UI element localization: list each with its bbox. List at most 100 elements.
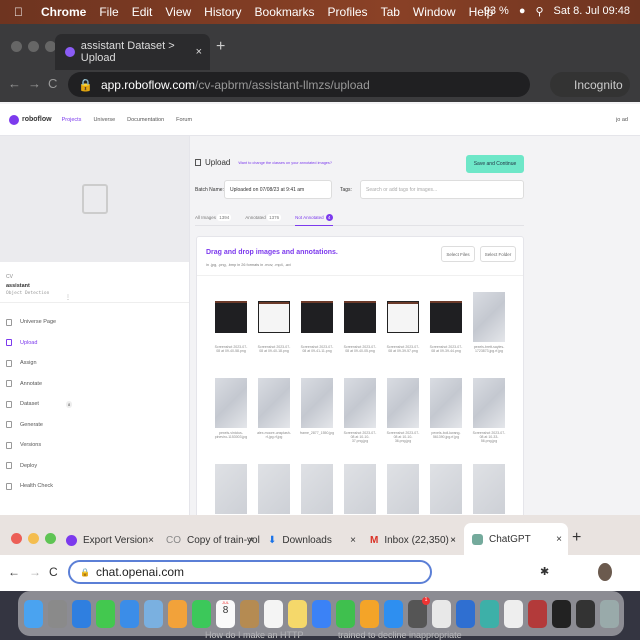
close-tab-icon[interactable]: × (248, 535, 254, 546)
sidebar-item-annotate[interactable]: Annotate (0, 374, 189, 395)
calendar-icon[interactable]: JUL 8 (216, 599, 235, 628)
sidebar-item-generate[interactable]: Generate (0, 415, 189, 436)
tags-input[interactable]: Search or add tags for images... (360, 180, 524, 199)
tab-all-images[interactable]: All Images 1394 (195, 214, 232, 221)
dock-app-icon[interactable] (528, 599, 547, 628)
image-thumbnail[interactable]: Screenshot 2023-07-08 at 09-39-57.png (386, 301, 420, 353)
close-tab-icon[interactable]: × (196, 46, 202, 58)
menu-view[interactable]: View (165, 5, 191, 19)
thumbnail-image[interactable] (344, 464, 376, 514)
new-tab-button[interactable]: + (572, 529, 581, 547)
close-tab-icon[interactable]: × (148, 535, 154, 546)
image-thumbnail[interactable]: pexels-vinicius-pineviro-1153003.jpg (214, 378, 248, 439)
sidebar-item-deploy[interactable]: Deploy (0, 456, 189, 477)
dropzone-card[interactable]: Drag and drop images and annotations. in… (196, 236, 524, 526)
address-bar[interactable]: 🔒 app.roboflow.com/cv-apbrm/assistant-ll… (68, 72, 530, 97)
save-and-continue-button[interactable]: Save and Continue (466, 155, 524, 173)
menu-edit[interactable]: Edit (132, 5, 153, 19)
menu-profiles[interactable]: Profiles (328, 5, 368, 19)
dock-app-icon[interactable] (456, 599, 475, 628)
thumbnail-image[interactable] (215, 464, 247, 514)
roboflow-logo[interactable]: roboflow (9, 114, 52, 125)
close-tab-icon[interactable]: × (450, 535, 456, 546)
apple-icon[interactable]:  (14, 5, 23, 19)
tab-export-version[interactable]: Export Version × (62, 527, 160, 553)
image-thumbnail[interactable]: Screenshot 2023-07-08 at 09-40-05.png (343, 301, 377, 353)
dock-app-icon[interactable] (240, 599, 259, 628)
sidebar-item-universe-page[interactable]: Universe Page (0, 312, 189, 333)
tab-chatgpt[interactable]: ChatGPT × (464, 523, 568, 555)
sidebar-item-versions[interactable]: Versions (0, 435, 189, 456)
extensions-icon[interactable]: ✱ (540, 565, 549, 578)
thumbnail-image[interactable] (430, 464, 462, 514)
dock-app-icon[interactable]: 1 (408, 596, 430, 628)
menu-bookmarks[interactable]: Bookmarks (255, 5, 315, 19)
menu-tab[interactable]: Tab (381, 5, 400, 19)
window-controls[interactable] (11, 533, 62, 546)
thumbnail-image[interactable] (258, 464, 290, 514)
dock-app-icon[interactable] (384, 599, 403, 628)
dock-app-icon[interactable] (336, 599, 355, 628)
menu-window[interactable]: Window (413, 5, 456, 19)
sidebar-item-dataset[interactable]: Dataset 8 (0, 394, 189, 415)
dock-app-icon[interactable] (432, 599, 451, 628)
thumbnail-image[interactable] (473, 464, 505, 514)
image-thumbnail[interactable]: alex-moore-unsplash-rf-jpg.rf.jpg (257, 378, 291, 439)
dock-app-icon[interactable] (144, 599, 163, 628)
image-thumbnail[interactable]: frame_2877_1550.jpg (300, 378, 334, 435)
forward-icon[interactable]: → (28, 76, 41, 91)
sidebar-item-assign[interactable]: Assign (0, 353, 189, 374)
tab-downloads[interactable]: ⬇ Downloads × (264, 527, 362, 553)
reload-icon[interactable]: C (48, 76, 57, 91)
image-thumbnail[interactable]: Screenshot 2023-07-08 at 09-41-11.png (300, 301, 334, 353)
new-tab-button[interactable]: + (216, 38, 225, 56)
dock-app-icon[interactable] (288, 599, 307, 628)
dock-app-icon[interactable] (576, 599, 595, 628)
incognito-badge[interactable]: Incognito (550, 72, 630, 97)
dock-app-icon[interactable] (264, 599, 283, 628)
nav-projects[interactable]: Projects (62, 117, 82, 123)
select-files-button[interactable]: Select Files (441, 246, 475, 262)
tab-annotated[interactable]: Annotated 1376 (245, 214, 282, 221)
dock-app-icon[interactable] (552, 599, 571, 628)
dock-app-icon[interactable] (72, 599, 91, 628)
dock-app-icon[interactable] (120, 599, 139, 628)
image-thumbnail[interactable]: Screenshot 2023-07-08 at 09-40-58.png (214, 301, 248, 353)
dock-app-icon[interactable] (480, 599, 499, 628)
menu-history[interactable]: History (204, 5, 241, 19)
project-name[interactable]: assistant (6, 283, 183, 289)
dock-app-icon[interactable] (168, 599, 187, 628)
image-thumbnail[interactable]: pexels-boil-kwang-561390.jpg.rf.jpg (429, 378, 463, 439)
image-thumbnail[interactable]: Screenshot 2023-07-08 at 10-33-56.png.jp… (472, 378, 506, 443)
dock-app-icon[interactable] (24, 599, 43, 628)
wifi-icon[interactable]: ● (519, 5, 526, 18)
tab-roboflow-upload[interactable]: assistant Dataset > Upload × (55, 34, 210, 70)
forward-icon[interactable]: → (29, 565, 41, 579)
back-icon[interactable]: ← (8, 76, 21, 91)
close-tab-icon[interactable]: × (350, 535, 356, 546)
change-classes-link[interactable]: Want to change the classes on your annot… (238, 161, 332, 165)
image-thumbnail[interactable]: pexels-brett-sayles-1723873.jpg.rf.jpg (472, 292, 506, 353)
reload-icon[interactable]: C (49, 565, 58, 579)
dock-app-icon[interactable] (600, 599, 619, 628)
nav-forum[interactable]: Forum (176, 117, 192, 123)
batch-name-input[interactable]: Uploaded on 07/08/23 at 9:41 am (224, 180, 332, 199)
dock-app-icon[interactable] (48, 599, 67, 628)
image-thumbnail[interactable]: Screenshot 2023-07-08 at 09-39-44.png (429, 301, 463, 353)
dock-app-icon[interactable] (192, 599, 211, 628)
nav-universe[interactable]: Universe (93, 117, 115, 123)
thumbnail-image[interactable] (301, 464, 333, 514)
menu-file[interactable]: File (99, 5, 118, 19)
avatar[interactable] (598, 563, 612, 581)
dock-app-icon[interactable] (360, 599, 379, 628)
user-menu[interactable]: jo ad (616, 117, 628, 123)
image-thumbnail[interactable]: Screenshot 2023-07-08 at 10-10-36.png.jp… (386, 378, 420, 443)
nav-documentation[interactable]: Documentation (127, 117, 164, 123)
tab-gmail[interactable]: M Inbox (22,350) - × (366, 527, 462, 553)
tab-colab[interactable]: CO Copy of train-yol × (162, 527, 260, 553)
more-options-icon[interactable]: ⋮ (65, 294, 71, 301)
dock-app-icon[interactable] (312, 599, 331, 628)
dock-app-icon[interactable] (504, 599, 523, 628)
back-icon[interactable]: ← (8, 565, 20, 579)
clock[interactable]: Sat 8. Jul 09:48 (554, 5, 630, 18)
